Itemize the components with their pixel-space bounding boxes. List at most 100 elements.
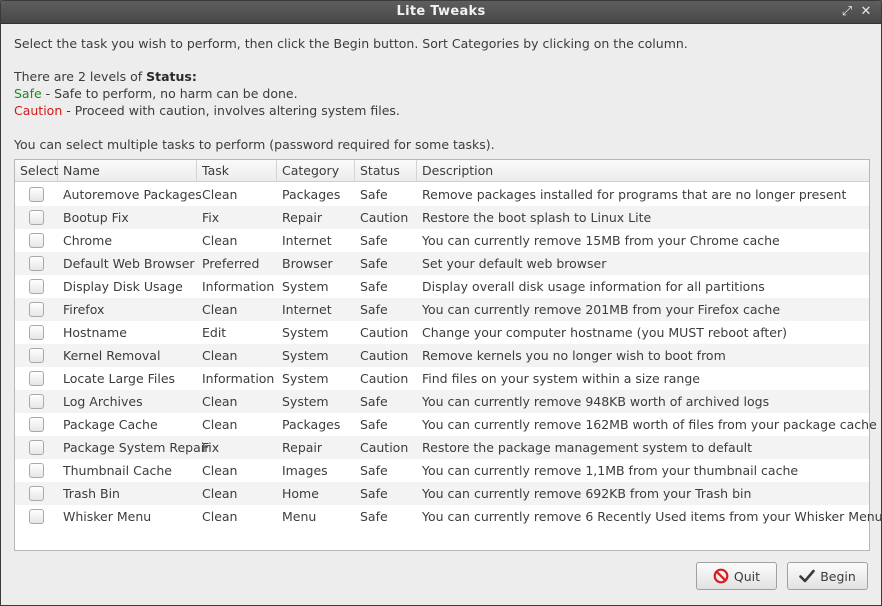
row-task: Fix [202,440,220,455]
row-description: You can currently remove 1,1MB from your… [422,463,799,478]
row-name: Hostname [63,325,127,340]
table-row[interactable]: Chrome Clean Internet Safe You can currently… [15,229,869,252]
maximize-icon[interactable]: ⤢ [839,4,855,20]
begin-button[interactable]: Begin [787,562,868,590]
row-description: Set your default web browser [422,256,607,271]
row-name: Kernel Removal [63,348,161,363]
row-description: You can currently remove 692KB from your… [422,486,752,501]
row-name: Locate Large Files [63,371,176,386]
row-name: Bootup Fix [63,210,129,225]
caution-word: Caution [14,103,63,118]
row-task: Clean [202,417,238,432]
table-row[interactable]: Package System Repair Fix Repair Caution Res… [15,436,869,459]
no-entry-icon [713,568,729,584]
row-task: Clean [202,394,238,409]
row-category: System [282,371,329,386]
tasks-table[interactable]: Select Name Task Category Status Descrip… [14,159,882,551]
row-description: Remove packages installed for programs t… [422,187,847,202]
row-name: Display Disk Usage [63,279,183,294]
row-status: Safe [360,463,388,478]
row-description: Display overall disk usage information f… [422,279,765,294]
table-row[interactable]: Display Disk Usage Information System Safe D… [15,275,869,298]
table-row[interactable]: Bootup Fix Fix Repair Caution Restore the bo… [15,206,869,229]
column-header-description[interactable]: Description [417,160,869,182]
checkmark-icon [799,569,815,583]
select-checkbox[interactable] [29,486,44,501]
table-row[interactable]: Whisker Menu Clean Menu Safe You can current… [15,505,882,528]
select-checkbox[interactable] [29,417,44,432]
row-task: Edit [202,325,227,340]
titlebar[interactable]: Lite Tweaks ⤢ ✕ [1,1,881,24]
row-name: Package Cache [63,417,158,432]
row-status: Safe [360,486,388,501]
instructions-text: Select the task you wish to perform, the… [14,36,688,51]
row-status: Safe [360,417,388,432]
select-checkbox[interactable] [29,256,44,271]
row-status: Caution [360,440,409,455]
select-checkbox[interactable] [29,233,44,248]
row-name: Firefox [63,302,105,317]
select-checkbox[interactable] [29,279,44,294]
quit-button[interactable]: Quit [696,562,777,590]
caution-description: - Proceed with caution, involves alterin… [62,103,400,118]
row-task: Clean [202,233,238,248]
row-task: Information [202,279,275,294]
row-status: Safe [360,302,388,317]
close-icon[interactable]: ✕ [858,4,874,20]
table-row[interactable]: Package Cache Clean Packages Safe You can cu… [15,413,877,436]
row-description: You can currently remove 162MB worth of … [422,417,877,432]
status-levels-prefix: There are 2 levels of [14,69,147,84]
row-task: Clean [202,348,238,363]
row-category: Internet [282,233,332,248]
select-checkbox[interactable] [29,348,44,363]
row-category: Internet [282,302,332,317]
row-category: Repair [282,440,323,455]
select-checkbox[interactable] [29,325,44,340]
row-task: Clean [202,486,238,501]
row-status: Safe [360,509,388,524]
row-description: You can currently remove 15MB from your … [422,233,780,248]
select-checkbox[interactable] [29,463,44,478]
column-header-select[interactable]: Select [15,160,59,182]
row-description: You can currently remove 6 Recently Used… [422,509,882,524]
select-checkbox[interactable] [29,371,44,386]
select-checkbox[interactable] [29,440,44,455]
row-name: Trash Bin [63,486,120,501]
status-levels-label: Status: [146,69,197,84]
column-header-task[interactable]: Task [197,160,277,182]
select-checkbox[interactable] [29,509,44,524]
lite-tweaks-window: Lite Tweaks ⤢ ✕ Select the task you wish… [0,0,882,606]
column-header-status[interactable]: Status [355,160,417,182]
table-row[interactable]: Default Web Browser Preferred Browser Safe S… [15,252,869,275]
table-row[interactable]: Log Archives Clean System Safe You can curre… [15,390,869,413]
select-checkbox[interactable] [29,187,44,202]
table-row[interactable]: Hostname Edit System Caution Change your com… [15,321,869,344]
table-row[interactable]: Firefox Clean Internet Safe You can currentl… [15,298,869,321]
row-category: System [282,279,329,294]
row-description: You can currently remove 201MB from your… [422,302,781,317]
row-name: Chrome [63,233,113,248]
row-category: Repair [282,210,323,225]
row-category: Home [282,486,319,501]
table-row[interactable]: Thumbnail Cache Clean Images Safe You can cu… [15,459,869,482]
quit-label: Quit [733,568,761,584]
table-row[interactable]: Kernel Removal Clean System Caution Remove k… [15,344,869,367]
column-header-category[interactable]: Category [277,160,355,182]
table-row[interactable]: Trash Bin Clean Home Safe You can currently … [15,482,869,505]
table-row[interactable]: Autoremove Packages Clean Packages Safe Remo… [15,183,869,206]
row-task: Information [202,371,275,386]
row-status: Caution [360,210,409,225]
select-checkbox[interactable] [29,302,44,317]
row-status: Safe [360,233,388,248]
row-category: System [282,394,329,409]
row-task: Clean [202,509,238,524]
row-name: Thumbnail Cache [63,463,172,478]
row-task: Preferred [202,256,260,271]
select-checkbox[interactable] [29,394,44,409]
caution-legend: Caution - Proceed with caution, involves… [14,103,400,118]
select-checkbox[interactable] [29,210,44,225]
safe-word: Safe [14,86,42,101]
row-name: Package System Repair [63,440,210,455]
table-row[interactable]: Locate Large Files Information System Cauti… [15,367,869,390]
column-header-name[interactable]: Name [58,160,197,182]
